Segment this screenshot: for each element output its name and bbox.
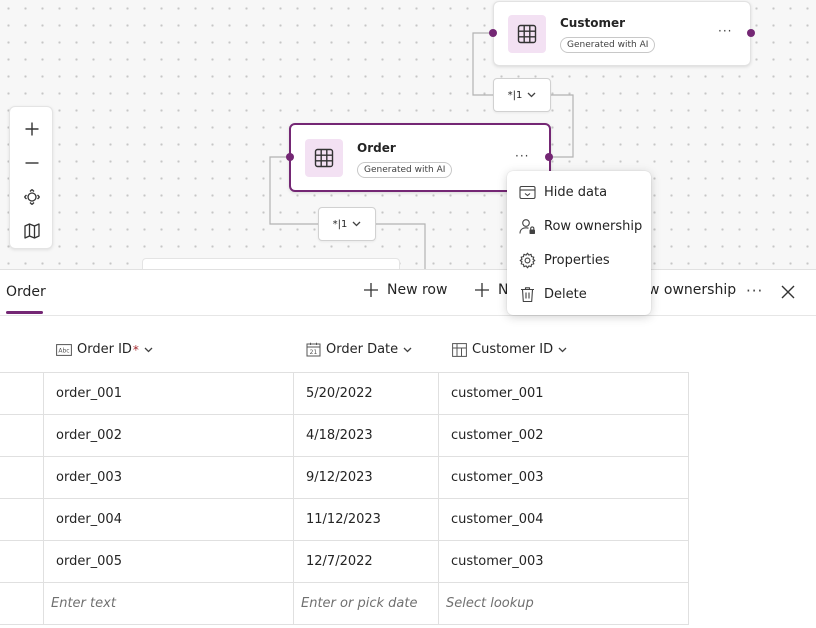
table-icon — [305, 139, 343, 177]
chevron-down-icon — [403, 347, 412, 352]
zoom-out-button[interactable] — [18, 149, 46, 177]
table-cell[interactable]: order_002 — [44, 415, 294, 457]
relationship-chip[interactable]: *|1 — [493, 78, 551, 112]
customer-left-handle[interactable] — [489, 29, 497, 37]
row-selector[interactable] — [0, 415, 44, 457]
fit-view-icon — [24, 189, 40, 205]
text-type-icon: Abc — [56, 343, 72, 356]
row-ownership-label: w ownership — [648, 282, 737, 298]
svg-text:21: 21 — [310, 349, 318, 356]
table-icon — [508, 15, 546, 53]
table-cell[interactable]: customer_004 — [439, 499, 689, 541]
map-icon — [24, 223, 40, 239]
table-cell[interactable]: customer_001 — [439, 373, 689, 415]
column-label: Customer ID — [472, 342, 554, 357]
zoom-controls — [9, 106, 53, 249]
new-order-date-input[interactable]: Enter or pick date — [294, 583, 439, 625]
menu-item-delete[interactable]: Delete — [507, 278, 651, 310]
new-row-button[interactable]: New row — [363, 282, 447, 298]
tab-order[interactable]: Order — [6, 284, 46, 300]
generated-with-ai-badge: Generated with AI — [560, 37, 656, 53]
menu-item-label: Properties — [544, 252, 610, 268]
gear-icon — [519, 252, 536, 268]
table-cell[interactable]: order_001 — [44, 373, 294, 415]
more-options-button[interactable]: ··· — [746, 282, 763, 300]
menu-item-properties[interactable]: Properties — [507, 244, 651, 276]
hide-data-icon — [519, 185, 536, 199]
new-order-id-input[interactable]: Enter text — [44, 583, 294, 625]
close-button[interactable] — [780, 284, 796, 304]
chevron-down-icon — [527, 92, 536, 98]
table-cell[interactable]: customer_003 — [439, 457, 689, 499]
menu-item-row-ownership[interactable]: Row ownership — [507, 210, 651, 242]
table-cell[interactable]: order_003 — [44, 457, 294, 499]
diagram-canvas[interactable]: Customer Generated with AI ··· *|1 Order… — [0, 0, 816, 270]
relationship-chip[interactable]: *|1 — [318, 207, 376, 241]
entity-context-menu: Hide data Row ownership Properties Delet… — [507, 171, 651, 315]
panel-header: Order New row N w ownership ··· — [0, 270, 816, 316]
row-selector[interactable] — [0, 373, 44, 415]
minus-icon — [25, 162, 39, 164]
generated-with-ai-badge: Generated with AI — [357, 162, 453, 178]
table-cell[interactable]: 11/12/2023 — [294, 499, 439, 541]
relationship-cardinality: *|1 — [507, 89, 523, 101]
minimap-button[interactable] — [18, 217, 46, 245]
chevron-down-icon — [352, 221, 361, 227]
plus-icon — [364, 283, 378, 297]
menu-item-label: Delete — [544, 286, 587, 302]
relationship-cardinality: *|1 — [332, 218, 348, 230]
row-ownership-button[interactable]: w ownership — [648, 282, 736, 298]
row-selector[interactable] — [0, 457, 44, 499]
lookup-icon — [452, 342, 467, 357]
table-cell[interactable]: order_005 — [44, 541, 294, 583]
table-cell[interactable]: 4/18/2023 — [294, 415, 439, 457]
more-options-button[interactable]: ··· — [718, 24, 732, 38]
entity-title: Customer — [560, 16, 626, 30]
table-cell[interactable]: order_004 — [44, 499, 294, 541]
menu-item-hide-data[interactable]: Hide data — [507, 176, 651, 208]
row-selector[interactable] — [0, 541, 44, 583]
trash-icon — [521, 286, 534, 302]
menu-item-label: Row ownership — [544, 218, 643, 234]
chevron-down-icon — [558, 347, 567, 352]
fit-to-view-button[interactable] — [18, 183, 46, 211]
table-cell[interactable]: customer_003 — [439, 541, 689, 583]
order-right-handle[interactable] — [545, 153, 553, 161]
chevron-down-icon — [144, 347, 153, 352]
column-label: Order ID — [77, 342, 132, 357]
row-selector[interactable] — [0, 499, 44, 541]
customer-right-handle[interactable] — [747, 29, 755, 37]
order-left-handle[interactable] — [286, 153, 294, 161]
required-indicator: * — [132, 342, 139, 357]
calendar-icon: 21 — [306, 342, 321, 357]
table-cell[interactable]: 5/20/2022 — [294, 373, 439, 415]
active-tab-indicator — [6, 311, 43, 314]
column-header-order-id[interactable]: Abc Order ID * — [56, 342, 153, 357]
data-panel: Order New row N w ownership ··· Abc Orde… — [0, 269, 816, 628]
table-cell[interactable]: 9/12/2023 — [294, 457, 439, 499]
column-header-order-date[interactable]: 21 Order Date — [306, 342, 412, 357]
svg-text:Abc: Abc — [58, 347, 69, 354]
zoom-in-button[interactable] — [18, 115, 46, 143]
row-selector[interactable] — [0, 583, 44, 625]
column-header-customer-id[interactable]: Customer ID — [452, 342, 567, 357]
more-options-button[interactable]: ··· — [515, 149, 529, 163]
new-customer-lookup-input[interactable]: Select lookup — [439, 583, 689, 625]
plus-icon — [475, 283, 489, 297]
new-row-label: New row — [387, 282, 448, 298]
close-icon — [781, 285, 795, 299]
plus-icon — [25, 122, 39, 136]
entity-title: Order — [357, 141, 396, 155]
table-cell[interactable]: 12/7/2022 — [294, 541, 439, 583]
menu-item-label: Hide data — [544, 184, 608, 200]
customer-entity-card[interactable]: Customer Generated with AI ··· — [493, 1, 751, 66]
row-ownership-icon — [519, 218, 535, 234]
new-column-button[interactable]: N — [474, 282, 508, 298]
table-cell[interactable]: customer_002 — [439, 415, 689, 457]
column-label: Order Date — [326, 342, 399, 357]
